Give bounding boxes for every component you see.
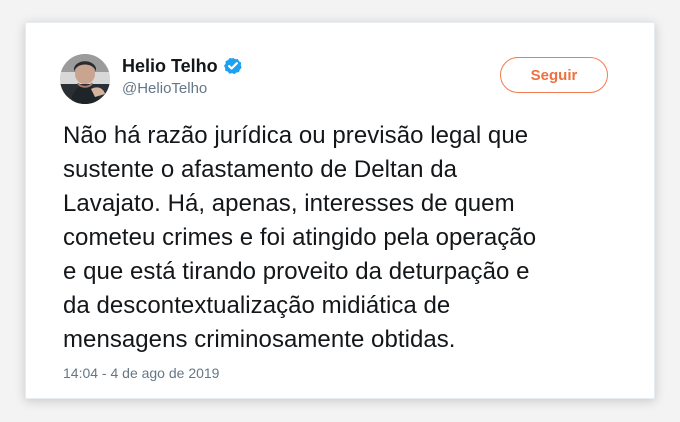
author-name-row: Helio Telho bbox=[122, 55, 442, 77]
follow-button[interactable]: Seguir bbox=[500, 57, 608, 93]
tweet-timestamp[interactable]: 14:04 - 4 de ago de 2019 bbox=[63, 364, 219, 382]
author-display-name[interactable]: Helio Telho bbox=[122, 55, 218, 77]
tweet-card: Helio Telho @HelioTelho Seguir Não há ra… bbox=[25, 22, 655, 399]
tweet-screenshot-page: Helio Telho @HelioTelho Seguir Não há ra… bbox=[0, 0, 680, 422]
author-handle[interactable]: @HelioTelho bbox=[122, 80, 442, 98]
tweet-author: Helio Telho @HelioTelho bbox=[122, 55, 442, 98]
tweet-text: Não há razão jurídica ou previsão legal … bbox=[63, 122, 537, 353]
profile-avatar-icon[interactable] bbox=[60, 54, 110, 104]
verified-badge-icon bbox=[223, 57, 242, 75]
